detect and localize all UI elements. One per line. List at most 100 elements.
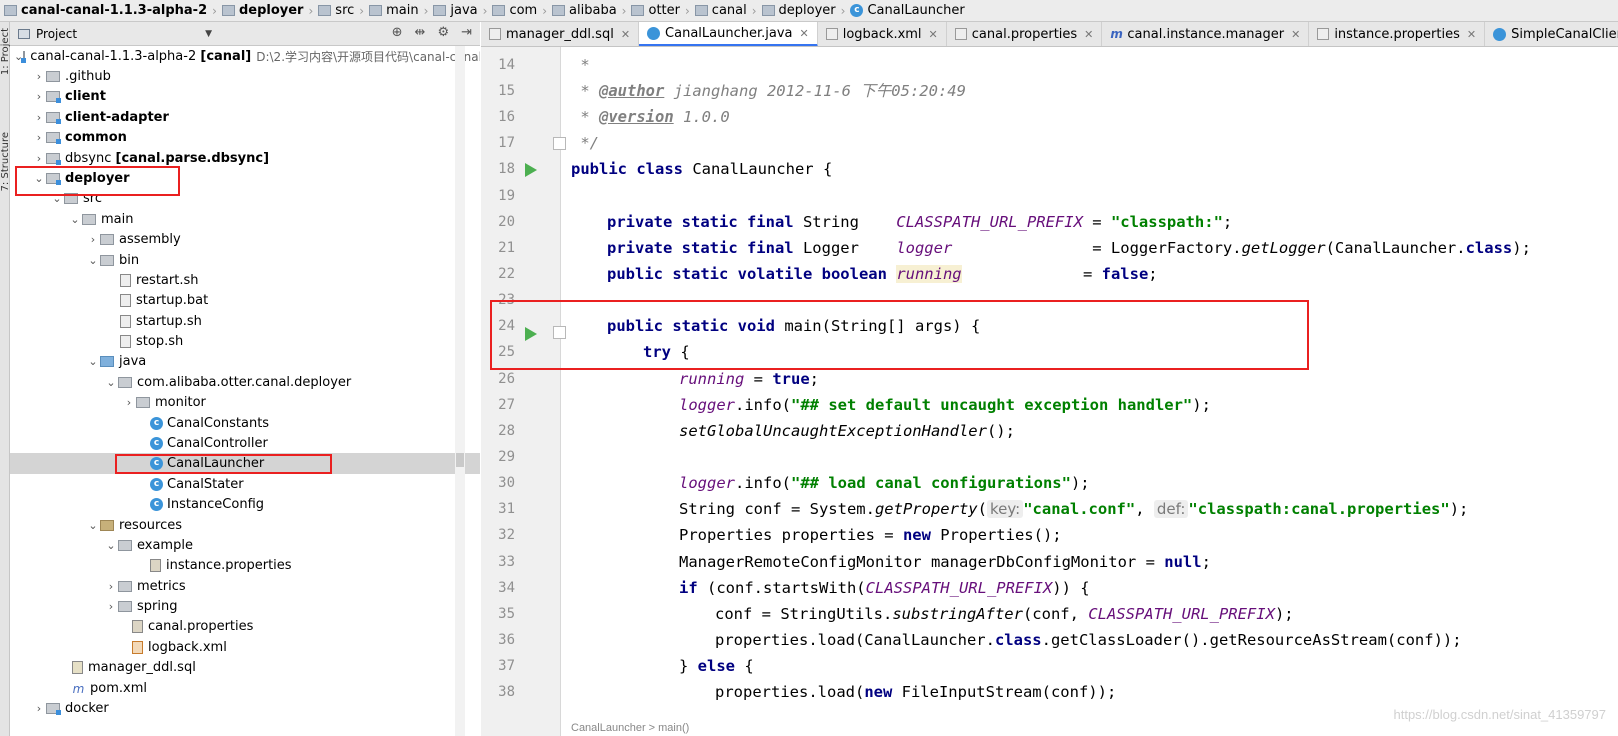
close-icon[interactable]: ✕	[929, 28, 938, 41]
class-icon: c	[150, 437, 163, 450]
tree-scrollbar[interactable]	[455, 46, 465, 736]
tree-item-canalcontroller[interactable]: c CanalController	[10, 433, 480, 454]
folder-icon	[631, 5, 645, 16]
tree-item-manager-ddl[interactable]: manager_ddl.sql	[10, 657, 480, 678]
tree-item-instance-properties[interactable]: instance.properties	[10, 555, 480, 576]
line-number: 27	[498, 397, 515, 413]
close-icon[interactable]: ✕	[1467, 28, 1476, 41]
tree-item-main[interactable]: ⌄ main	[10, 209, 480, 230]
nav-deployer[interactable]: deployer	[218, 0, 308, 21]
close-icon[interactable]: ✕	[1291, 28, 1300, 41]
tree-item-canallauncher[interactable]: c CanalLauncher	[10, 453, 480, 474]
tree-item-resources[interactable]: ⌄ resources	[10, 515, 480, 536]
collapse-all-icon[interactable]: ⇹	[415, 25, 426, 40]
tab-canallauncher[interactable]: CanalLauncher.java ✕	[639, 22, 818, 46]
chevron-down-icon[interactable]: ⌄	[32, 172, 46, 185]
tree-scrollbar-thumb[interactable]	[456, 453, 464, 467]
hide-icon[interactable]: ⇥	[461, 25, 472, 40]
code-editor[interactable]: * * @author jianghang 2012-11-6 下午05:20:…	[571, 47, 1618, 736]
chevron-down-icon[interactable]: ⌄	[86, 355, 100, 368]
nav-src[interactable]: src	[314, 0, 358, 21]
fold-icon[interactable]	[553, 326, 566, 339]
tree-item-java[interactable]: ⌄ java	[10, 351, 480, 372]
fold-icon[interactable]	[553, 137, 566, 150]
tab-simplecanalclienttest[interactable]: SimpleCanalClientTest.java✕	[1485, 22, 1618, 46]
chevron-right-icon[interactable]: ›	[32, 152, 46, 165]
nav-current-class[interactable]: c CanalLauncher	[846, 0, 968, 21]
tree-item-logback-xml[interactable]: logback.xml	[10, 637, 480, 658]
chevron-right-icon[interactable]: ›	[104, 580, 118, 593]
chevron-right-icon[interactable]: ›	[32, 90, 46, 103]
tree-item-canalstater[interactable]: c CanalStater	[10, 474, 480, 495]
tab-canal-instance-manager[interactable]: m canal.instance.manager ✕	[1102, 22, 1310, 46]
tree-item-bin[interactable]: ⌄ bin	[10, 250, 480, 271]
tree-item-canalconstants[interactable]: c CanalConstants	[10, 413, 480, 434]
close-icon[interactable]: ✕	[800, 27, 809, 40]
nav-com[interactable]: com	[488, 0, 541, 21]
tab-instance-properties[interactable]: instance.properties ✕	[1309, 22, 1486, 46]
chevron-right-icon[interactable]: ›	[32, 111, 46, 124]
tree-item-spring[interactable]: › spring	[10, 596, 480, 617]
locate-icon[interactable]: ⊕	[392, 25, 403, 40]
tree-item-assembly[interactable]: › assembly	[10, 229, 480, 250]
nav-otter[interactable]: otter	[627, 0, 684, 21]
tree-item-example[interactable]: ⌄ example	[10, 535, 480, 556]
nav-project[interactable]: canal-canal-1.1.3-alpha-2	[0, 0, 211, 21]
nav-deployer-pkg[interactable]: deployer	[758, 0, 840, 21]
tree-item-stop-sh[interactable]: stop.sh	[10, 331, 480, 352]
code-line: *	[571, 56, 590, 74]
tree-item-src[interactable]: ⌄ src	[10, 188, 480, 209]
structure-tool-button[interactable]: 7: Structure	[0, 132, 11, 191]
tree-item-dbsync[interactable]: › dbsync [canal.parse.dbsync]	[10, 148, 480, 169]
close-icon[interactable]: ✕	[1084, 28, 1093, 41]
tree-item-client[interactable]: › client	[10, 86, 480, 107]
tree-item-startup-bat[interactable]: startup.bat	[10, 290, 480, 311]
nav-canal[interactable]: canal	[691, 0, 751, 21]
folder-icon	[552, 5, 566, 16]
chevron-right-icon[interactable]: ›	[86, 233, 100, 246]
editor-breadcrumb[interactable]: CanalLauncher > main()	[571, 722, 689, 736]
project-view-selector[interactable]: Project	[36, 27, 77, 41]
gear-icon[interactable]: ⚙	[437, 25, 449, 40]
tab-manager-ddl[interactable]: manager_ddl.sql ✕	[481, 22, 640, 46]
chevron-right-icon[interactable]: ›	[122, 396, 136, 409]
chevron-down-icon[interactable]: ⌄	[50, 192, 64, 205]
tree-item-docker[interactable]: › docker	[10, 698, 480, 719]
chevron-down-icon[interactable]: ⌄	[104, 539, 118, 552]
tree-item-pom[interactable]: m pom.xml	[10, 678, 480, 699]
tree-item-deployer[interactable]: ⌄ deployer	[10, 168, 480, 189]
tree-item-startup-sh[interactable]: startup.sh	[10, 311, 480, 332]
line-number: 29	[498, 449, 515, 465]
project-tool-button[interactable]: 1: Project	[0, 28, 11, 75]
chevron-right-icon[interactable]: ›	[104, 600, 118, 613]
tree-item-instanceconfig[interactable]: c InstanceConfig	[10, 494, 480, 515]
nav-main[interactable]: main	[365, 0, 422, 21]
chevron-down-icon[interactable]: ⌄	[86, 519, 100, 532]
tree-item-common[interactable]: › common	[10, 127, 480, 148]
chevron-down-icon[interactable]: ⌄	[86, 254, 100, 267]
chevron-down-icon[interactable]: ▼	[205, 29, 212, 39]
line-number: 17	[498, 135, 515, 151]
chevron-right-icon[interactable]: ›	[32, 702, 46, 715]
tab-canal-properties[interactable]: canal.properties ✕	[947, 22, 1103, 46]
tree-item-client-adapter[interactable]: › client-adapter	[10, 107, 480, 128]
ide-window: { "navbar": { "project": "canal-canal-1.…	[0, 0, 1618, 736]
tree-item-metrics[interactable]: › metrics	[10, 576, 480, 597]
tree-item-canal-properties[interactable]: canal.properties	[10, 616, 480, 637]
tree-item-root[interactable]: ⌄ canal-canal-1.1.3-alpha-2 [canal] D:\2.学…	[10, 46, 480, 67]
chevron-down-icon[interactable]: ⌄	[68, 213, 82, 226]
tree-item-package[interactable]: ⌄ com.alibaba.otter.canal.deployer	[10, 372, 480, 393]
run-icon[interactable]	[525, 327, 537, 341]
tab-logback[interactable]: logback.xml ✕	[818, 22, 947, 46]
run-icon[interactable]	[525, 163, 537, 177]
nav-alibaba[interactable]: alibaba	[548, 0, 621, 21]
close-icon[interactable]: ✕	[621, 28, 630, 41]
tree-item-restart-sh[interactable]: restart.sh	[10, 270, 480, 291]
chevron-down-icon[interactable]: ⌄	[104, 376, 118, 389]
chevron-right-icon[interactable]: ›	[32, 70, 46, 83]
nav-java[interactable]: java	[429, 0, 481, 21]
chevron-right-icon[interactable]: ›	[32, 131, 46, 144]
tree-item-github[interactable]: › .github	[10, 66, 480, 87]
code-line: properties.load(new FileInputStream(conf…	[715, 683, 1117, 701]
tree-item-monitor[interactable]: › monitor	[10, 392, 480, 413]
